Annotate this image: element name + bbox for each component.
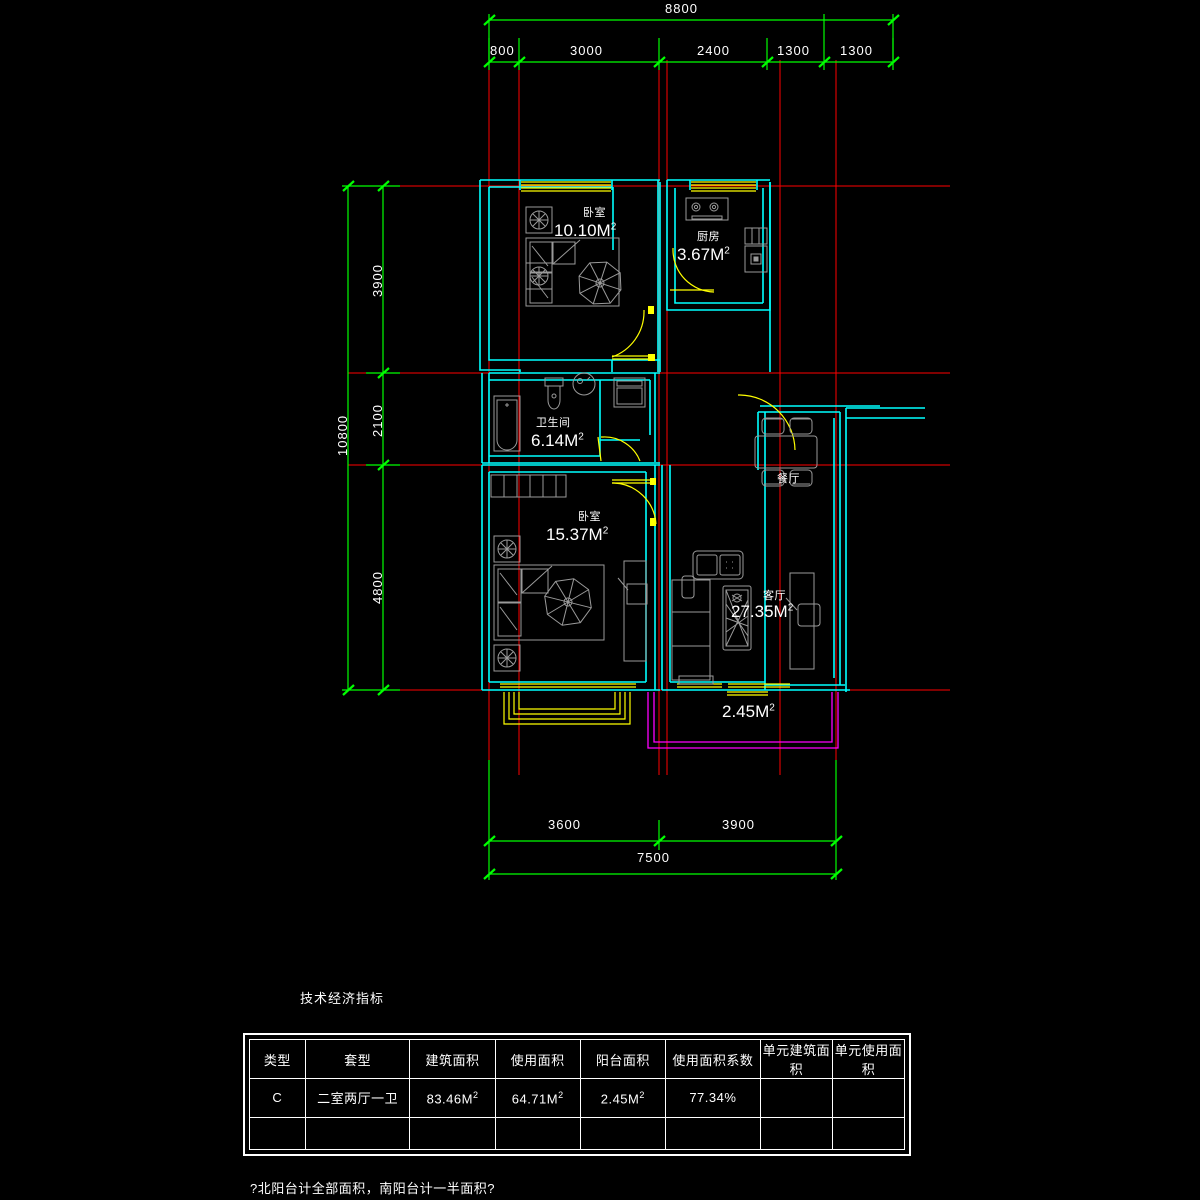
dim-top-seg-4: 1300 — [777, 43, 810, 58]
dim-top-total: 8800 — [665, 1, 698, 16]
room-area-bathroom: 6.14M2 — [531, 431, 584, 450]
cell-unit-building-area — [759, 1116, 833, 1151]
room-area-bedroom-north: 10.10M2 — [554, 221, 617, 240]
dim-left-seg-1: 3900 — [370, 264, 385, 297]
dim-top-seg-2: 3000 — [570, 43, 603, 58]
cell-type: C — [249, 1078, 306, 1118]
th-unit-usable: 单元使用面积 — [831, 1039, 906, 1079]
dim-left-total: 10800 — [335, 414, 350, 456]
cell-unit-usable-area — [831, 1116, 906, 1151]
th-usable-ratio: 使用面积系数 — [664, 1039, 761, 1079]
cell-building-area: 83.46M2 — [409, 1078, 496, 1118]
stairs-icon — [490, 474, 567, 498]
room-area-balcony-north: 2.45M2 — [722, 702, 775, 721]
desk-south — [623, 560, 647, 662]
dim-top-seg-5: 1300 — [840, 43, 873, 58]
washer-icon — [613, 377, 646, 408]
table-title: 技术经济指标 — [300, 991, 385, 1006]
room-label-bedroom-south: 卧室 — [578, 511, 601, 523]
cell-unit-building-area — [759, 1078, 833, 1118]
cell-type — [249, 1116, 306, 1151]
table-row — [249, 1116, 906, 1151]
th-type: 类型 — [249, 1039, 306, 1079]
th-building-area: 建筑面积 — [409, 1039, 496, 1079]
dim-bottom-seg-1: 3600 — [548, 817, 581, 832]
dim-bottom-total: 7500 — [637, 850, 670, 865]
dimension-lines — [342, 14, 900, 880]
technical-indicators-table: 类型 套型 建筑面积 使用面积 阳台面积 使用面积系数 单元建筑面积 单元使用面… — [243, 1033, 911, 1156]
cad-drawing-canvas: 卧室 10.10M2 厨房 3.67M2 卫生间 6.14M2 卧室 15.37… — [0, 0, 1200, 1200]
room-area-living: 27.35M2 — [731, 602, 794, 621]
room-label-bathroom: 卫生间 — [536, 417, 571, 429]
cell-layout: 二室两厅一卫 — [304, 1078, 411, 1118]
th-usable-area: 使用面积 — [494, 1039, 581, 1079]
dim-bottom-seg-2: 3900 — [722, 817, 755, 832]
room-area-bedroom-south: 15.37M2 — [546, 525, 609, 544]
dim-top-seg-3: 2400 — [697, 43, 730, 58]
th-layout: 套型 — [304, 1039, 411, 1079]
cell-usable-area: 64.71M2 — [494, 1078, 581, 1118]
sofa-long — [671, 579, 711, 681]
room-label-living: 客厅 — [763, 590, 786, 602]
th-balcony-area: 阳台面积 — [579, 1039, 666, 1079]
th-unit-building: 单元建筑面积 — [759, 1039, 833, 1079]
dim-top-seg-1: 800 — [490, 43, 515, 58]
cell-usable-area — [494, 1116, 581, 1151]
cell-layout — [304, 1116, 411, 1151]
cell-unit-usable-area — [831, 1078, 906, 1118]
room-label-bedroom-north: 卧室 — [583, 207, 606, 219]
cell-balcony-area — [579, 1116, 666, 1151]
floor-plan-vector — [342, 14, 950, 880]
room-label-dining: 餐厅 — [777, 473, 800, 485]
table-header-row: 类型 套型 建筑面积 使用面积 阳台面积 使用面积系数 单元建筑面积 单元使用面… — [249, 1039, 906, 1079]
drawing-note: ?北阳台计全部面积，南阳台计一半面积? — [250, 1181, 495, 1196]
cell-usable-ratio — [664, 1116, 761, 1151]
table-row: C 二室两厅一卫 83.46M2 64.71M2 2.45M2 77.34% — [249, 1078, 906, 1118]
sink-icon — [572, 372, 596, 396]
room-area-kitchen: 3.67M2 — [677, 245, 730, 264]
room-label-kitchen: 厨房 — [697, 231, 720, 243]
cell-building-area — [409, 1116, 496, 1151]
tv-cabinet — [789, 572, 815, 670]
cell-usable-ratio: 77.34% — [664, 1078, 761, 1118]
dim-left-seg-3: 4800 — [370, 571, 385, 604]
cell-balcony-area: 2.45M2 — [579, 1078, 666, 1118]
dim-left-seg-2: 2100 — [370, 404, 385, 437]
